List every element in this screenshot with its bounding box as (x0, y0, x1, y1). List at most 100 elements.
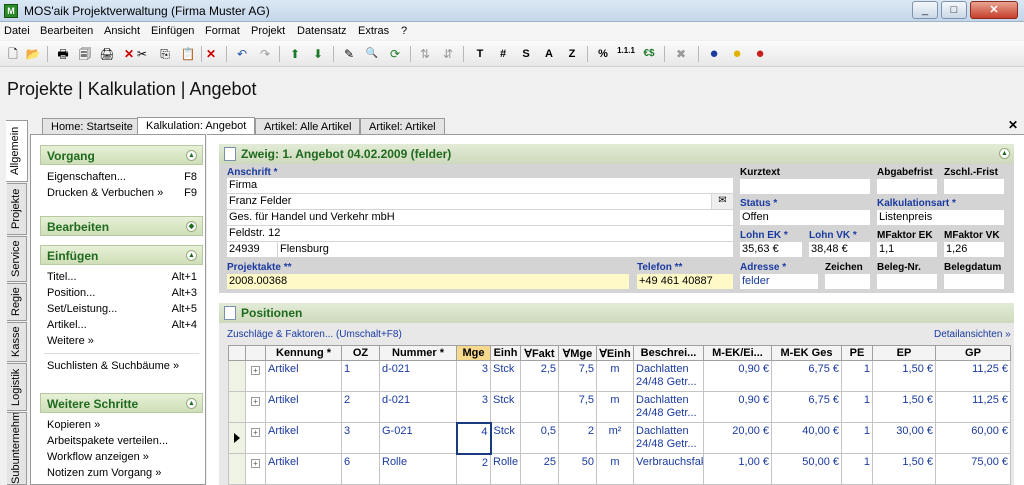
kennung-cell[interactable]: Artikel (265, 422, 342, 454)
collapse-icon[interactable]: ▲ (186, 150, 197, 161)
oz-cell[interactable]: 3 (341, 422, 380, 454)
tools-icon[interactable]: ✖ (672, 45, 690, 63)
nummer-cell[interactable]: Rolle (379, 453, 457, 485)
m-ek-ei-cell[interactable]: 0,90 € (703, 360, 772, 392)
menu-datei[interactable]: Datei (4, 25, 30, 37)
titel-link[interactable]: Titel... Alt+1 (40, 269, 203, 285)
pe-cell[interactable]: 1 (841, 453, 873, 485)
print-icon[interactable]: 🖶 (54, 45, 72, 63)
column-header[interactable]: Mge (456, 345, 491, 361)
eigenschaften-link[interactable]: Eigenschaften... F8 (40, 169, 203, 185)
einh-cell[interactable]: Rolle (490, 453, 521, 485)
open-icon[interactable]: 📂 (24, 45, 42, 63)
refresh-icon[interactable]: ⟳ (386, 45, 404, 63)
pe-cell[interactable]: 1 (841, 422, 873, 454)
copy-icon[interactable]: ⎘ (156, 45, 174, 63)
column-header[interactable]: M-EK Ges (771, 345, 842, 361)
sidetab-kasse[interactable]: Kasse (7, 322, 27, 362)
status-field[interactable]: Offen (740, 210, 870, 225)
menu-ansicht[interactable]: Ansicht (104, 25, 140, 37)
menu-einfuegen[interactable]: Einfügen (151, 25, 194, 37)
anschrift-line-3[interactable]: Ges. für Handel und Verkehr mbH (227, 210, 733, 225)
menu-format[interactable]: Format (205, 25, 240, 37)
workflow-link[interactable]: Workflow anzeigen » (40, 449, 203, 465)
cut-icon[interactable]: ✂ (133, 45, 151, 63)
nummer-cell[interactable]: G-021 (379, 422, 457, 454)
sidetab-projekte[interactable]: Projekte (7, 183, 27, 235)
table-row[interactable]: + Artikel 1 d-021 3 Stck 2,5 7,5 m Dachl… (228, 360, 1011, 392)
column-header[interactable]: OZ (341, 345, 380, 361)
vfakt-cell[interactable]: 2,5 (520, 360, 559, 392)
beschreibung-cell[interactable]: Dachlatten 24/48 Getr... (633, 360, 704, 392)
menu-help[interactable]: ? (401, 25, 407, 37)
column-header[interactable]: Beschrei... (633, 345, 704, 361)
adresse-field[interactable]: felder (740, 274, 818, 289)
expand-plus-icon[interactable]: + (251, 366, 260, 375)
table-row[interactable]: + Artikel 6 Rolle 2 Rolle 25 50 m Verbra… (228, 453, 1011, 485)
veinh-cell[interactable]: m² (596, 422, 634, 454)
search-icon[interactable]: 🔍 (363, 45, 381, 63)
oz-cell[interactable]: 6 (341, 453, 380, 485)
expand-cell[interactable]: + (245, 453, 266, 485)
row-selector[interactable] (228, 422, 246, 454)
expand-plus-icon[interactable]: + (251, 428, 260, 437)
column-header[interactable]: ∀Mge (558, 345, 597, 361)
user-blue-icon[interactable]: ● (705, 45, 723, 63)
column-header[interactable]: M-EK/Ei... (703, 345, 772, 361)
expand-plus-icon[interactable]: + (251, 397, 260, 406)
mge-cell[interactable]: 3 (456, 391, 491, 423)
column-header[interactable]: ∀Einh (596, 345, 634, 361)
oz-cell[interactable]: 2 (341, 391, 380, 423)
vmge-cell[interactable]: 7,5 (558, 360, 597, 392)
kennung-cell[interactable]: Artikel (265, 360, 342, 392)
nummer-cell[interactable]: d-021 (379, 360, 457, 392)
address-book-icon[interactable]: ✉ (712, 194, 733, 209)
panel-bearbeiten-header[interactable]: Bearbeiten ◆ (40, 216, 203, 236)
tab-artikel-alle[interactable]: Artikel: Alle Artikel (255, 118, 361, 135)
expand-cell[interactable]: + (245, 360, 266, 392)
ep-cell[interactable]: 1,50 € (872, 360, 936, 392)
sidetab-service[interactable]: Service (7, 236, 27, 282)
nummer-cell[interactable]: d-021 (379, 391, 457, 423)
ep-cell[interactable]: 30,00 € (872, 422, 936, 454)
arbeitspakete-link[interactable]: Arbeitspakete verteilen... (40, 433, 203, 449)
zuschlaege-link[interactable]: Zuschläge & Faktoren... (Umschalt+F8) (227, 329, 402, 340)
anschrift-line-2[interactable]: Franz Felder (227, 194, 711, 209)
m-ek-ei-cell[interactable]: 1,00 € (703, 453, 772, 485)
undo-icon[interactable]: ↶ (233, 45, 251, 63)
beschreibung-cell[interactable]: Verbrauchsfaktor (633, 453, 704, 485)
ep-cell[interactable]: 1,50 € (872, 453, 936, 485)
panel-weitere-header[interactable]: Weitere Schritte ▲ (40, 393, 203, 413)
anschrift-line-1[interactable]: Firma (227, 178, 733, 193)
kennung-cell[interactable]: Artikel (265, 453, 342, 485)
column-header[interactable]: GP (935, 345, 1011, 361)
sidetab-regie[interactable]: Regie (7, 283, 27, 321)
gp-cell[interactable]: 11,25 € (935, 360, 1011, 392)
beschreibung-cell[interactable]: Dachlatten 24/48 Getr... (633, 391, 704, 423)
user-yellow-icon[interactable]: ● (728, 45, 746, 63)
collapse-icon[interactable]: ▲ (186, 250, 197, 261)
veinh-cell[interactable]: m (596, 453, 634, 485)
projektakte-field[interactable]: 2008.00368 (227, 274, 629, 289)
tab-kalkulation-angebot[interactable]: Kalkulation: Angebot (137, 117, 256, 135)
veinh-cell[interactable]: m (596, 391, 634, 423)
menu-projekt[interactable]: Projekt (251, 25, 285, 37)
table-row-current[interactable]: + Artikel 3 G-021 4 Stck 0,5 2 m² Dachla… (228, 421, 1011, 455)
einh-cell[interactable]: Stck (490, 391, 521, 423)
menu-bearbeiten[interactable]: Bearbeiten (40, 25, 93, 37)
beleg-nr-field[interactable] (877, 274, 937, 289)
row-selector[interactable] (228, 360, 246, 392)
veinh-cell[interactable]: m (596, 360, 634, 392)
row-selector[interactable] (228, 391, 246, 423)
currency-icon[interactable]: €$ (640, 45, 658, 63)
s-button[interactable]: S (517, 45, 535, 63)
column-header[interactable]: Einh (490, 345, 521, 361)
notizen-link[interactable]: Notizen zum Vorgang » (40, 465, 203, 481)
z-button[interactable]: Z (563, 45, 581, 63)
zschl-frist-field[interactable] (944, 179, 1004, 194)
abgabefrist-field[interactable] (877, 179, 937, 194)
delete-icon[interactable]: ✕ (202, 45, 220, 63)
vfakt-cell[interactable] (520, 391, 559, 423)
maximize-button[interactable]: □ (941, 1, 967, 19)
number-hash-button[interactable]: # (494, 45, 512, 63)
